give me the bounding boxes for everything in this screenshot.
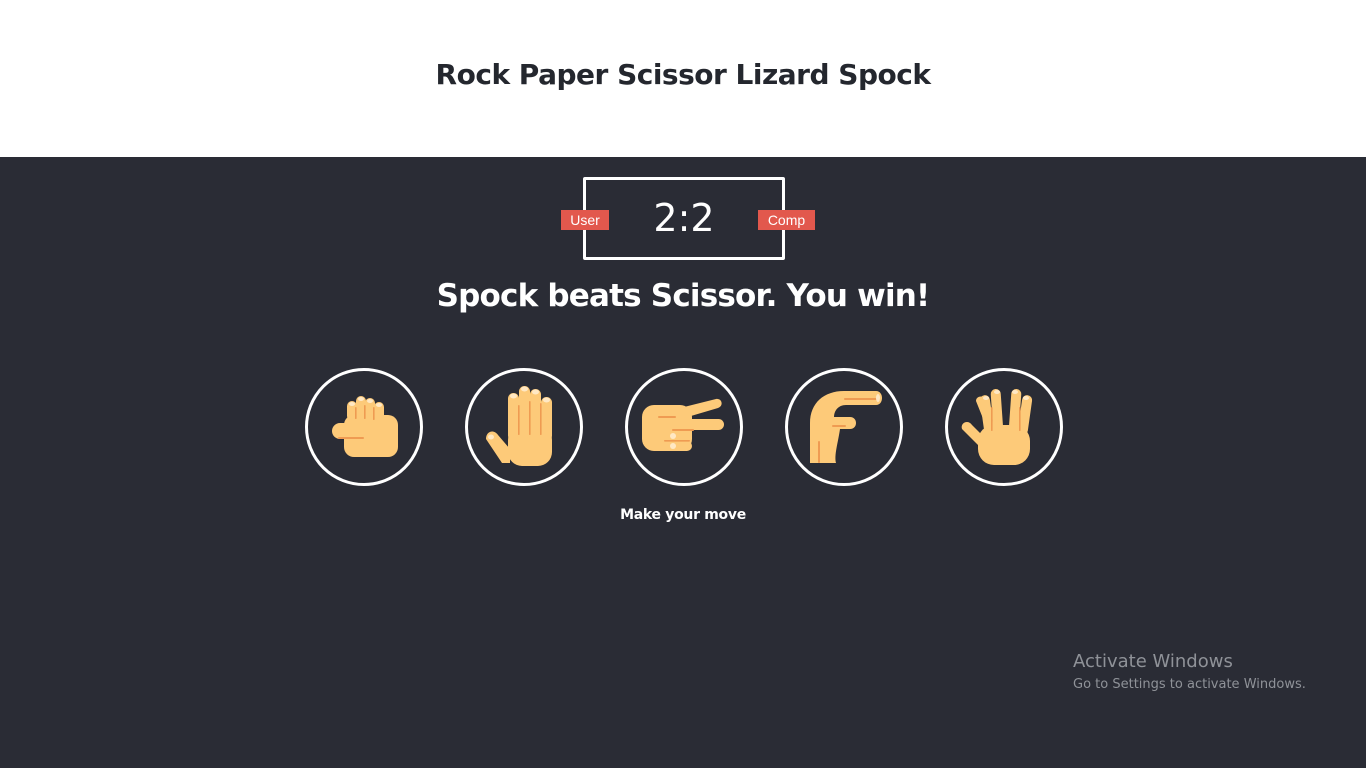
make-move-prompt: Make your move [620, 507, 746, 523]
rock-hand-icon [332, 396, 398, 457]
result-message: Spock beats Scissor. You win! [436, 278, 931, 314]
paper-hand-icon [486, 386, 552, 466]
page-title: Rock Paper Scissor Lizard Spock [435, 58, 931, 91]
scissor-choice-button[interactable] [625, 368, 743, 486]
paper-choice-button[interactable] [465, 368, 583, 486]
spock-hand-icon [961, 389, 1033, 465]
scoreboard: 2:2 [583, 177, 785, 260]
score-display: 2:2 [653, 196, 715, 240]
comp-badge: Comp [758, 210, 815, 230]
lizard-hand-icon [810, 391, 882, 463]
activate-windows-subtitle: Go to Settings to activate Windows. [1073, 677, 1306, 692]
activate-windows-title: Activate Windows [1073, 651, 1233, 672]
header: Rock Paper Scissor Lizard Spock [0, 0, 1366, 157]
user-badge: User [561, 210, 609, 230]
rock-choice-button[interactable] [305, 368, 423, 486]
spock-choice-button[interactable] [945, 368, 1063, 486]
scissor-hand-icon [642, 398, 724, 451]
lizard-choice-button[interactable] [785, 368, 903, 486]
